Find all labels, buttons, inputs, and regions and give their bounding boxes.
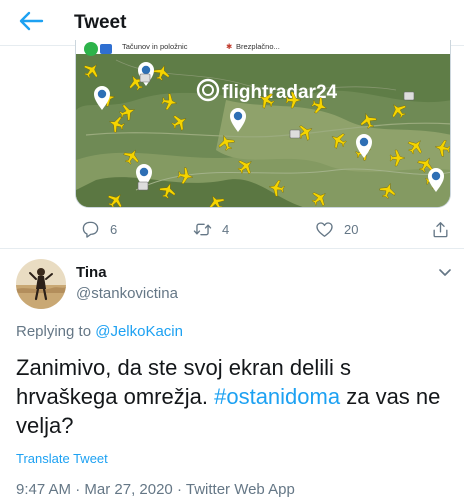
page-title: Tweet	[74, 12, 127, 33]
replying-to-label: Replying to	[16, 323, 92, 340]
tweet-source-app[interactable]: Twitter Web App	[186, 481, 295, 498]
user-handle[interactable]: @stankovictina	[76, 285, 178, 302]
reply-button[interactable]: 6	[81, 218, 117, 240]
meta-separator: ·	[176, 481, 186, 498]
mention-link[interactable]: @JelkoKacin	[95, 323, 183, 340]
tweet-date[interactable]: Mar 27, 2020	[84, 481, 172, 498]
chevron-down-icon	[439, 269, 451, 276]
media-strip-text: Tačunov in položnic	[122, 42, 188, 51]
share-button[interactable]	[431, 218, 450, 240]
reply-icon	[82, 221, 99, 238]
hashtag-link[interactable]: #ostanidoma	[214, 384, 340, 409]
reply-count: 6	[110, 221, 118, 237]
reply-tweet: Tina @stankovictina Replying to @JelkoKa…	[0, 248, 464, 504]
tweet-actions: 6 4 20	[75, 218, 451, 242]
media-strip-text-2: Brezplačno...	[236, 42, 280, 51]
replying-to: Replying to @JelkoKacin	[16, 323, 183, 340]
avatar[interactable]	[16, 259, 66, 309]
translate-tweet-link[interactable]: Translate Tweet	[16, 451, 108, 466]
retweet-count: 4	[222, 221, 230, 237]
tweet-text: Zanimivo, da ste svoj ekran delili s hrv…	[16, 353, 456, 440]
heart-icon	[316, 221, 333, 237]
like-button[interactable]: 20	[315, 218, 358, 240]
user-avatar-image	[16, 259, 66, 309]
tweet-meta: 9:47 AM · Mar 27, 2020 · Twitter Web App	[16, 481, 295, 498]
flight-map-image: Tačunov in položnic ✱ Brezplačno... flig…	[76, 40, 450, 207]
back-button[interactable]	[18, 10, 44, 32]
retweet-icon	[193, 223, 212, 235]
arrow-left-icon	[19, 11, 44, 31]
meta-separator: ·	[75, 481, 85, 498]
tweet-time[interactable]: 9:47 AM	[16, 481, 71, 498]
like-count: 20	[344, 221, 359, 237]
tweet-media[interactable]: Tačunov in položnic ✱ Brezplačno... flig…	[75, 40, 451, 208]
retweet-button[interactable]: 4	[193, 218, 229, 240]
user-name[interactable]: Tina	[76, 264, 107, 281]
svg-text:✱: ✱	[226, 42, 233, 51]
share-icon	[433, 221, 448, 237]
more-options-button[interactable]	[436, 263, 454, 281]
